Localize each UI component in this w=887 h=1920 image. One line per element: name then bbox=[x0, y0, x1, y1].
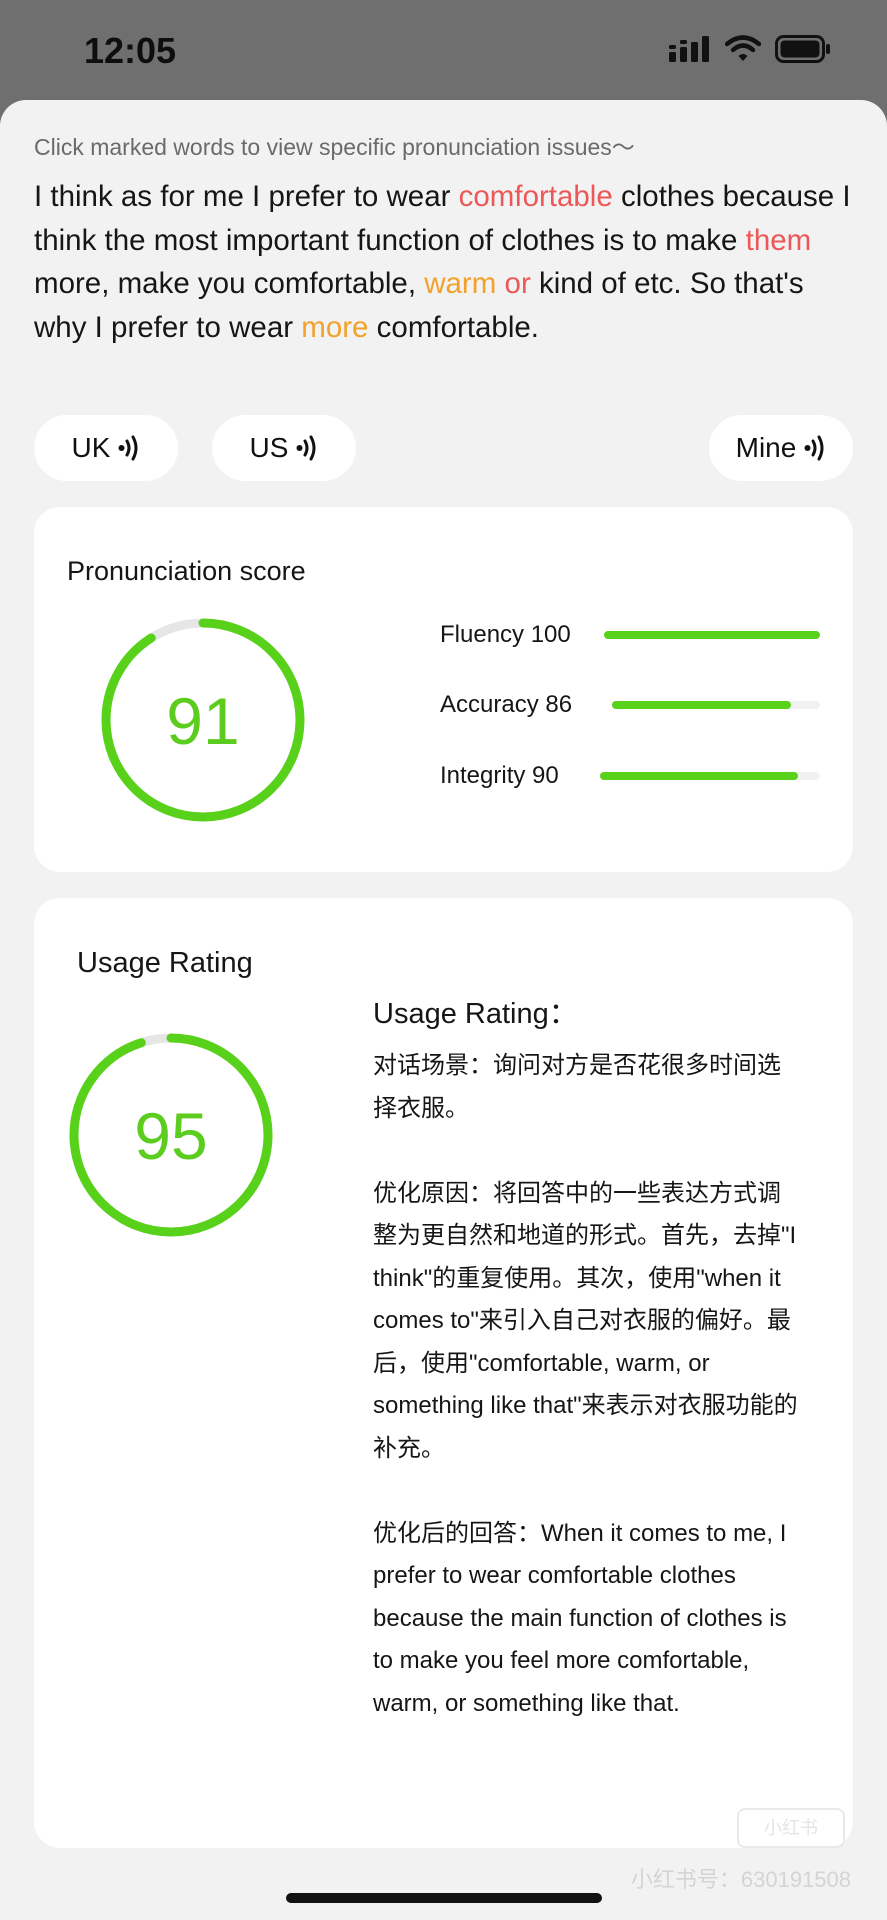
status-bar: 12:05 bbox=[0, 0, 887, 100]
fluency-bar bbox=[604, 631, 820, 639]
uk-audio-label: UK bbox=[71, 432, 111, 463]
accuracy-bar bbox=[612, 701, 820, 709]
accuracy-bar-fill bbox=[612, 701, 791, 709]
transcript-text: more, make you comfortable, bbox=[34, 267, 425, 300]
sound-waves-icon bbox=[804, 435, 824, 461]
fluency-label: Fluency 100 bbox=[440, 621, 571, 648]
sound-waves-icon bbox=[296, 435, 316, 461]
status-icons bbox=[669, 34, 831, 64]
battery-icon bbox=[775, 35, 830, 63]
usage-scenario-paragraph: 对话场景：询问对方是否花很多时间选择衣服。 bbox=[373, 1052, 781, 1122]
usage-title: Usage Rating bbox=[77, 947, 253, 979]
transcript: I think as for me I prefer to wear comfo… bbox=[34, 175, 864, 349]
signal-icon bbox=[669, 36, 709, 62]
us-audio-button[interactable]: US bbox=[212, 415, 356, 481]
accuracy-label: Accuracy 86 bbox=[440, 691, 573, 718]
marked-word-orange[interactable]: more bbox=[301, 311, 368, 344]
usage-score-value: 95 bbox=[134, 1099, 208, 1173]
watermark-logo: 小红书 bbox=[737, 1808, 845, 1848]
wifi-icon bbox=[725, 35, 761, 61]
usage-heading: Usage Rating： bbox=[373, 998, 578, 1030]
home-indicator bbox=[286, 1893, 602, 1903]
usage-explanation: 对话场景：询问对方是否花很多时间选择衣服。 优化原因：将回答中的一些表达方式调整… bbox=[373, 1045, 803, 1725]
uk-audio-button[interactable]: UK bbox=[34, 415, 178, 481]
usage-reason-paragraph: 优化原因：将回答中的一些表达方式调整为更自然和地道的形式。首先，去掉"I thi… bbox=[373, 1179, 798, 1462]
usage-score-ring: 95 bbox=[66, 1030, 276, 1240]
transcript-text bbox=[496, 267, 504, 300]
integrity-bar bbox=[600, 772, 820, 780]
watermark-text: 小红书号：630191508 bbox=[630, 1867, 851, 1892]
hint-text: Click marked words to view specific pron… bbox=[34, 134, 635, 160]
mine-audio-label: Mine bbox=[735, 432, 797, 463]
status-time: 12:05 bbox=[84, 30, 177, 71]
marked-word-red[interactable]: them bbox=[746, 224, 812, 257]
marked-word-red[interactable]: comfortable bbox=[459, 180, 613, 213]
mine-audio-button[interactable]: Mine bbox=[709, 415, 853, 481]
pronunciation-title: Pronunciation score bbox=[67, 556, 306, 586]
pronunciation-score-ring: 91 bbox=[98, 615, 308, 825]
sound-waves-icon bbox=[118, 435, 138, 461]
marked-word-red[interactable]: or bbox=[505, 267, 531, 300]
transcript-text: comfortable. bbox=[368, 310, 539, 344]
integrity-bar-fill bbox=[600, 772, 798, 780]
pronunciation-score-value: 91 bbox=[166, 684, 240, 758]
us-audio-label: US bbox=[249, 432, 289, 463]
marked-word-orange[interactable]: warm bbox=[424, 267, 496, 300]
integrity-label: Integrity 90 bbox=[440, 762, 559, 789]
fluency-bar-fill bbox=[604, 631, 820, 639]
transcript-text: I think as for me I prefer to wear bbox=[34, 180, 459, 213]
usage-optimized-answer-paragraph: 优化后的回答：When it comes to me, I prefer to … bbox=[373, 1519, 787, 1717]
